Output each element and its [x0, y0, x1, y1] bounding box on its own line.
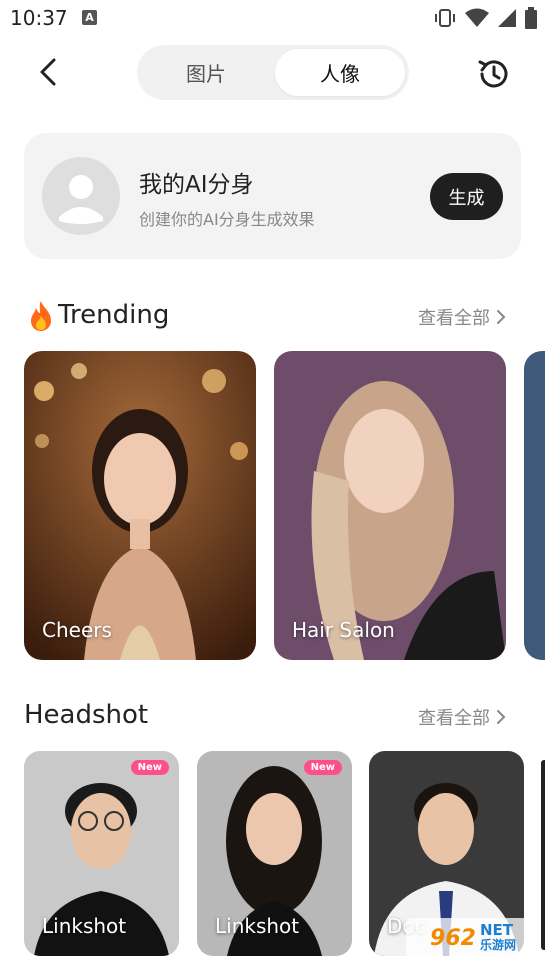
headshot-card-2[interactable]: New Linkshot — [197, 751, 352, 956]
status-time: 10:37 — [10, 6, 68, 30]
card-label: Linkshot — [42, 914, 127, 938]
watermark-net: NET — [479, 921, 513, 939]
trending-card-partial[interactable] — [524, 351, 545, 660]
battery-icon — [525, 7, 537, 29]
hair-salon-image — [274, 351, 506, 660]
chevron-left-icon — [40, 58, 56, 86]
vibrate-icon — [435, 9, 455, 27]
watermark-text-group: NET 乐游网 — [480, 923, 516, 953]
trending-view-all-label: 查看全部 — [418, 308, 490, 329]
chevron-right-icon — [497, 310, 506, 324]
watermark-site: 乐游网 — [479, 938, 516, 952]
tab-images[interactable]: 图片 — [141, 49, 271, 96]
history-button[interactable] — [472, 52, 516, 96]
ai-card-subtitle: 创建你的AI分身生成效果 — [139, 210, 315, 229]
notification-icon: A — [82, 10, 97, 25]
generate-button[interactable]: 生成 — [430, 173, 503, 220]
cheers-image — [24, 351, 256, 660]
trending-card-hair-salon[interactable]: Hair Salon — [274, 351, 506, 660]
user-icon — [59, 175, 103, 224]
watermark-logo: 962 NET 乐游网 — [406, 918, 540, 958]
wifi-icon — [465, 8, 489, 27]
trending-title: Trending — [58, 300, 170, 330]
headshot-view-all-label: 查看全部 — [418, 708, 490, 729]
history-icon — [478, 60, 508, 88]
avatar-placeholder — [42, 157, 120, 235]
back-button[interactable] — [28, 52, 68, 92]
mode-segmented-control: 图片 人像 — [137, 45, 409, 100]
headshot-view-all[interactable]: 查看全部 — [418, 704, 506, 730]
status-bar: 10:37 A — [0, 0, 545, 36]
trending-card-cheers[interactable]: Cheers — [24, 351, 256, 660]
watermark-number: 962 — [430, 925, 476, 951]
chevron-right-icon — [497, 710, 506, 724]
headshot-title: Headshot — [24, 700, 149, 730]
card-label: Cheers — [42, 618, 112, 642]
new-badge: New — [130, 760, 169, 775]
status-icons — [433, 6, 537, 30]
new-badge: New — [303, 760, 342, 775]
fire-icon — [31, 301, 51, 331]
card-label: Hair Salon — [292, 618, 395, 642]
headshot-card-1[interactable]: New Linkshot — [24, 751, 179, 956]
trending-view-all[interactable]: 查看全部 — [418, 304, 506, 330]
signal-icon — [498, 9, 516, 27]
headshot-card-partial[interactable] — [541, 760, 545, 950]
tab-portrait[interactable]: 人像 — [275, 49, 405, 96]
ai-card-title: 我的AI分身 — [139, 172, 254, 198]
card-label: Linkshot — [215, 914, 300, 938]
ai-avatar-card[interactable]: 我的AI分身 创建你的AI分身生成效果 生成 — [24, 133, 521, 259]
